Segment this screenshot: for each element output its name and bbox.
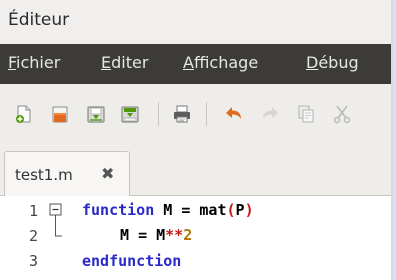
code-editor[interactable]: 1 2 3 function M = mat(P) M = M**2 endfu… (0, 196, 391, 280)
redo-icon[interactable] (260, 104, 280, 124)
tab-test1[interactable]: test1.m ✖ (4, 151, 130, 197)
fold-marker[interactable] (48, 200, 66, 248)
cut-icon[interactable] (332, 104, 352, 124)
toolbar-separator (206, 102, 207, 126)
line-number: 3 (28, 252, 38, 270)
code-text: M (147, 226, 166, 244)
line-number: 2 (28, 227, 38, 245)
code-line-2: M = M**2 (120, 226, 192, 244)
code-text: M (120, 226, 139, 244)
line-number-gutter: 1 2 3 (0, 196, 44, 280)
code-line-3: endfunction (82, 252, 181, 270)
menu-editer[interactable]: Editer (101, 53, 148, 72)
keyword: endfunction (82, 252, 182, 270)
undo-icon[interactable] (224, 104, 244, 124)
copy-icon[interactable] (296, 104, 316, 124)
keyword: function (82, 201, 155, 219)
menu-editer-mnemonic: E (101, 53, 112, 72)
menu-affichage[interactable]: Affichage (183, 53, 258, 72)
number-literal: 2 (183, 226, 193, 244)
menu-editer-rest: diter (111, 53, 149, 72)
operator: = (138, 226, 148, 244)
code-text: mat (190, 201, 227, 219)
menu-affichage-mnemonic: A (183, 53, 194, 72)
menu-debug-mnemonic: D (306, 53, 319, 72)
menu-fichier-rest: ichier (16, 53, 61, 72)
menu-fichier-mnemonic: F (8, 53, 17, 72)
print-icon[interactable] (172, 104, 192, 124)
title-bar: Éditeur (0, 0, 394, 44)
paren: ( (226, 201, 236, 219)
line-number: 1 (28, 202, 38, 220)
code-line-1: function M = mat(P) (82, 201, 254, 219)
editor-window: Éditeur Fichier Editer Affichage Débug t… (0, 0, 394, 280)
open-folder-icon[interactable] (50, 104, 70, 124)
toolbar-separator (158, 102, 159, 126)
close-tab-icon[interactable]: ✖ (101, 164, 114, 183)
menu-fichier[interactable]: Fichier (8, 53, 60, 72)
code-text: P (235, 201, 245, 219)
power-operator: ** (165, 226, 184, 244)
menu-bar: Fichier Editer Affichage Débug (0, 44, 394, 84)
window-title: Éditeur (8, 10, 70, 30)
menu-debug-rest: ébug (318, 53, 359, 72)
new-file-icon[interactable] (14, 104, 34, 124)
code-text: M (154, 201, 182, 219)
menu-affichage-rest: ffichage (193, 53, 259, 72)
menu-debug[interactable]: Débug (306, 53, 359, 72)
paren: ) (244, 201, 254, 219)
save-as-icon[interactable] (120, 104, 140, 124)
save-icon[interactable] (86, 104, 106, 124)
window-edge (391, 0, 396, 280)
tab-bar: test1.m ✖ (0, 142, 394, 197)
tab-label: test1.m (15, 166, 73, 184)
toolbar (0, 84, 394, 142)
